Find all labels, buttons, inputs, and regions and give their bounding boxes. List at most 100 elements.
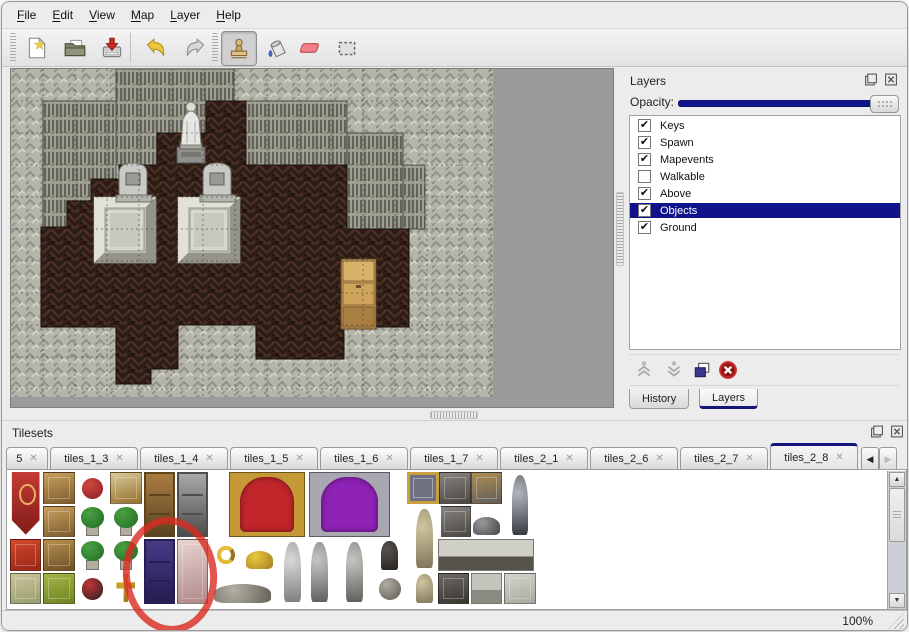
tile-bookshelf[interactable] <box>43 539 74 571</box>
move-layer-up-button[interactable] <box>633 359 655 381</box>
tile-ledge-base[interactable] <box>471 573 502 605</box>
open-button[interactable] <box>58 31 92 64</box>
tileset-tab-tiles_1_7[interactable]: tiles_1_7✕ <box>410 447 498 470</box>
tileset-tab-tiles_2_8[interactable]: tiles_2_8✕ <box>770 443 858 470</box>
layer-row-spawn[interactable]: ✔Spawn <box>630 135 900 150</box>
horizontal-splitter[interactable] <box>6 408 904 420</box>
tile-red-cushion-stool[interactable] <box>77 472 108 504</box>
tab-close-icon[interactable]: ✕ <box>205 453 213 464</box>
tile-gray-chest-2[interactable] <box>439 506 470 538</box>
tileset-tab-tiles_1_5[interactable]: tiles_1_5✕ <box>230 447 318 470</box>
tile-stone-ledge[interactable] <box>438 539 535 571</box>
menu-layer[interactable]: Layer <box>162 6 208 24</box>
close-dock-icon[interactable] <box>890 425 904 438</box>
opacity-slider-handle[interactable] <box>870 95 899 113</box>
tile-purple-throne[interactable] <box>309 472 391 537</box>
vertical-splitter[interactable] <box>614 68 624 408</box>
tab-scroll-right-button[interactable]: ▶ <box>879 447 897 471</box>
tileset-tab-tiles_2_1[interactable]: tiles_2_1✕ <box>500 447 588 470</box>
tab-close-icon[interactable]: ✕ <box>29 453 37 464</box>
undo-button[interactable] <box>138 31 172 64</box>
tab-close-icon[interactable]: ✕ <box>835 452 843 463</box>
tile-potted-palm[interactable] <box>77 539 108 571</box>
layer-row-objects[interactable]: ✔Objects <box>630 203 900 218</box>
tile-wood-crate[interactable] <box>471 472 502 504</box>
checkmark-icon[interactable]: ✔ <box>638 153 651 166</box>
map-canvas[interactable] <box>10 68 614 408</box>
tile-king-portrait[interactable] <box>407 472 438 504</box>
resize-grip[interactable] <box>888 613 904 629</box>
tileset-tab-tiles_1_6[interactable]: tiles_1_6✕ <box>320 447 408 470</box>
tileset-tab-5[interactable]: 5✕ <box>6 447 48 470</box>
scroll-down-button[interactable]: ▼ <box>889 593 905 608</box>
redo-button[interactable] <box>179 31 213 64</box>
menu-help[interactable]: Help <box>208 6 249 24</box>
toolbar-grip[interactable] <box>10 33 16 62</box>
select-tool-button[interactable] <box>330 31 364 64</box>
scroll-up-button[interactable]: ▲ <box>889 472 905 487</box>
tileset-tab-tiles_1_4[interactable]: tiles_1_4✕ <box>140 447 228 470</box>
checkmark-icon[interactable]: ✔ <box>638 119 651 132</box>
stamp-tool-button[interactable] <box>221 31 257 66</box>
new-button[interactable]: ★ <box>20 31 54 64</box>
opacity-slider[interactable] <box>678 100 896 107</box>
layer-row-mapevents[interactable]: ✔Mapevents <box>630 152 900 167</box>
checkbox-walkable[interactable] <box>638 170 651 183</box>
tile-parchment[interactable] <box>10 573 41 605</box>
tile-obelisk[interactable] <box>409 506 440 571</box>
tile-obelisk-small[interactable] <box>409 573 440 605</box>
tile-silver-armor[interactable] <box>504 472 535 537</box>
tile-rock-pile[interactable] <box>210 573 275 605</box>
tile-loom-2[interactable] <box>43 506 74 538</box>
checkmark-icon[interactable]: ✔ <box>638 187 651 200</box>
tileset-tab-tiles_2_6[interactable]: tiles_2_6✕ <box>590 447 678 470</box>
tile-gold-pile[interactable] <box>244 539 275 571</box>
tile-armor-pile[interactable] <box>471 506 502 538</box>
duplicate-layer-button[interactable] <box>691 359 713 381</box>
tile-loom[interactable] <box>43 472 74 504</box>
tile-fountain-pot[interactable] <box>374 573 405 605</box>
fill-tool-button[interactable] <box>260 31 294 64</box>
tile-stone-pillar[interactable] <box>438 573 469 605</box>
tile-stone-tile[interactable] <box>504 573 535 605</box>
save-button[interactable] <box>95 31 129 64</box>
tile-gargoyle-left[interactable] <box>304 539 335 604</box>
eraser-tool-button[interactable] <box>295 31 329 64</box>
tile-demon-statue[interactable] <box>374 539 405 571</box>
tileset-tab-tiles_1_3[interactable]: tiles_1_3✕ <box>50 447 138 470</box>
tab-scroll-left-button[interactable]: ◀ <box>861 447 879 471</box>
menu-edit[interactable]: Edit <box>44 6 81 24</box>
checkmark-icon[interactable]: ✔ <box>638 204 651 217</box>
tile-seal-bench[interactable] <box>77 573 108 605</box>
layer-row-keys[interactable]: ✔Keys <box>630 118 900 133</box>
tile-red-banner[interactable] <box>10 472 41 537</box>
tab-close-icon[interactable]: ✕ <box>115 453 123 464</box>
tab-close-icon[interactable]: ✕ <box>655 453 663 464</box>
tile-red-throne[interactable] <box>229 472 305 537</box>
layer-row-above[interactable]: ✔Above <box>630 186 900 201</box>
delete-layer-button[interactable] <box>717 359 739 381</box>
dock-tab-history[interactable]: History <box>629 389 689 409</box>
tile-gray-chest[interactable] <box>439 472 470 504</box>
tab-close-icon[interactable]: ✕ <box>745 453 753 464</box>
layer-row-walkable[interactable]: Walkable <box>630 169 900 184</box>
layer-row-ground[interactable]: ✔Ground <box>630 220 900 235</box>
tab-close-icon[interactable]: ✕ <box>295 453 303 464</box>
tile-emblem-banner[interactable] <box>10 539 41 571</box>
scrollbar-thumb[interactable] <box>889 488 905 542</box>
tab-close-icon[interactable]: ✕ <box>475 453 483 464</box>
tileset-scrollbar[interactable]: ▲ ▼ <box>887 471 906 609</box>
tileset-tab-tiles_2_7[interactable]: tiles_2_7✕ <box>680 447 768 470</box>
float-dock-icon[interactable] <box>870 425 884 438</box>
tile-mirror-dresser[interactable] <box>110 472 141 504</box>
tab-close-icon[interactable]: ✕ <box>385 453 393 464</box>
tile-palm-plant[interactable] <box>77 506 108 538</box>
menu-file[interactable]: File <box>9 6 44 24</box>
float-dock-icon[interactable] <box>864 73 878 86</box>
tile-green-flag[interactable] <box>43 573 74 605</box>
menu-view[interactable]: View <box>81 6 123 24</box>
dock-tab-layers[interactable]: Layers <box>699 389 758 409</box>
close-dock-icon[interactable] <box>884 73 898 86</box>
checkmark-icon[interactable]: ✔ <box>638 221 651 234</box>
move-layer-down-button[interactable] <box>663 359 685 381</box>
